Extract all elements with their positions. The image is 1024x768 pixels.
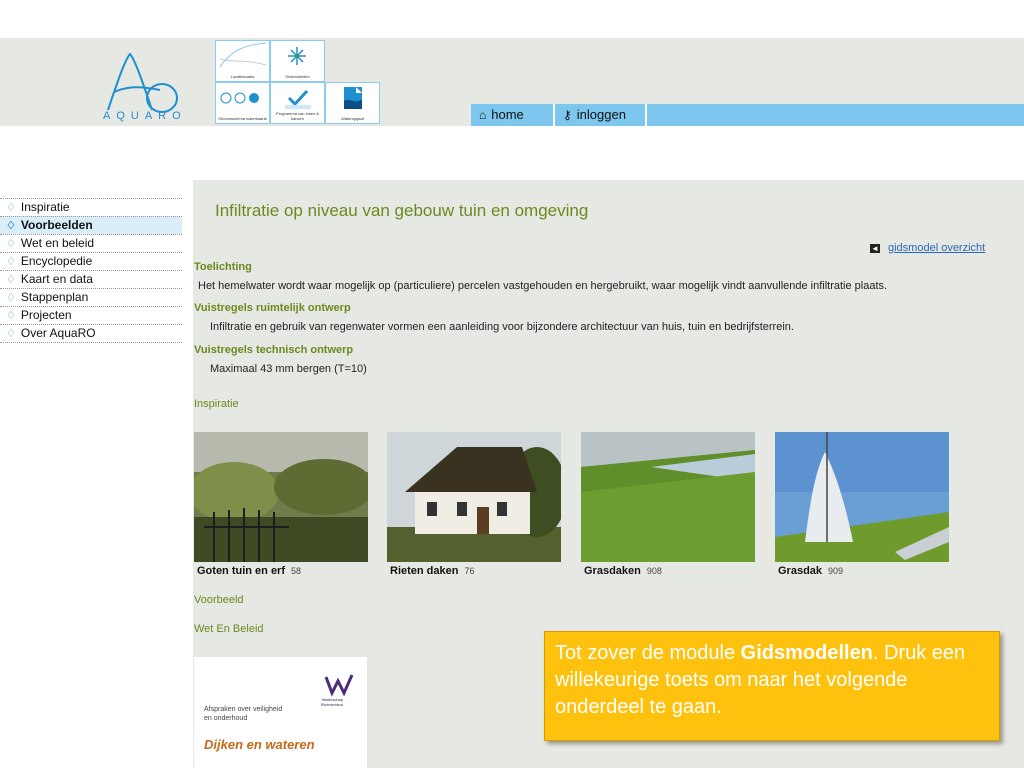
sidebar-item-kaart-en-data[interactable]: ♢ Kaart en data — [0, 270, 182, 288]
card-caption[interactable]: Grasdaken 908 — [584, 565, 662, 577]
section-text: Maximaal 43 mm bergen (T=10) — [210, 363, 367, 375]
card-count: 76 — [464, 566, 475, 576]
sidebar-item-over-aquaro[interactable]: ♢ Over AquaRO — [0, 324, 182, 343]
card-count: 58 — [291, 566, 302, 576]
tile-label: Wateropgaaf — [341, 116, 364, 121]
home-icon: ⌂ — [479, 108, 487, 122]
tile-programma[interactable]: Programma van eisen & kansen — [270, 82, 325, 124]
water-drop-icon: ♢ — [6, 238, 16, 250]
steps-icon — [220, 92, 259, 104]
sidebar-item-label: Encyclopedie — [20, 254, 93, 268]
card-count: 908 — [646, 566, 662, 576]
key-icon: ⚷ — [563, 108, 572, 122]
tile-label: Stroomschema waterkaarts — [218, 116, 267, 121]
nav-login[interactable]: ⚷ inloggen — [555, 104, 647, 126]
sidebar-item-label: Inspiratie — [20, 200, 70, 214]
sidebar-item-stappenplan[interactable]: ♢ Stappenplan — [0, 288, 182, 306]
voorbeeld-label[interactable]: Voorbeeld — [194, 594, 244, 606]
section-heading: Vuistregels technisch ontwerp — [194, 344, 354, 356]
thatched-roof-photo-image — [387, 432, 561, 562]
section-heading: Toelichting — [194, 261, 252, 273]
water-document-icon — [344, 87, 362, 109]
leaflet-thumbnail[interactable]: Waterschap Rivierenland Afspraken over v… — [194, 657, 367, 768]
sidebar-item-label: Voorbeelden — [20, 218, 93, 232]
tutorial-callout: Tot zover de module Gidsmodellen. Druk e… — [544, 631, 1000, 741]
card-title: Grasdaken — [584, 565, 641, 577]
leaflet-org: Waterschap Rivierenland — [320, 697, 343, 707]
compass-star-icon — [288, 47, 306, 65]
sidebar-item-encyclopedie[interactable]: ♢ Encyclopedie — [0, 252, 182, 270]
leaflet-subtitle: Afspraken over veiligheid en onderhoud — [204, 706, 283, 722]
photo-goten-tuin[interactable] — [194, 432, 368, 562]
water-drop-icon: ♢ — [6, 220, 16, 232]
card-count: 909 — [828, 566, 844, 576]
tile-locatiekaarts[interactable]: Locatiekaarts — [215, 40, 270, 82]
sidebar: ♢ Inspiratie ♢ Voorbeelden ♢ Wet en beleid … — [0, 198, 182, 343]
card-title: Goten tuin en erf — [197, 565, 285, 577]
overview-link[interactable]: ◄ gidsmodel overzicht — [870, 242, 985, 254]
overview-link-label: gidsmodel overzicht — [888, 242, 986, 254]
callout-module-name: Gidsmodellen — [740, 642, 873, 664]
page-title: Infiltratie op niveau van gebouw tuin en… — [215, 201, 589, 220]
water-drop-icon: ♢ — [6, 310, 16, 322]
card-title: Rieten daken — [390, 565, 459, 577]
card-caption[interactable]: Rieten daken 76 — [390, 565, 474, 577]
green-roof-photo-image — [581, 432, 755, 562]
tile-label: Gidsmodellen — [285, 74, 310, 79]
section-text: Infiltratie en gebruik van regenwater vo… — [210, 321, 794, 333]
logo-wordmark: AQUARO — [103, 110, 187, 122]
photo-grasdak[interactable] — [775, 432, 949, 562]
section-heading: Vuistregels ruimtelijk ontwerp — [194, 302, 351, 314]
nav-home-label: home — [491, 107, 524, 122]
library-roof-photo-image — [775, 432, 949, 562]
sidebar-item-label: Stappenplan — [20, 290, 89, 304]
sidebar-item-inspiratie[interactable]: ♢ Inspiratie — [0, 198, 182, 216]
tile-wateropgaaf[interactable]: Wateropgaaf — [325, 82, 380, 124]
card-caption[interactable]: Grasdak 909 — [778, 565, 843, 577]
tile-label: Programma van eisen & kansen — [276, 111, 319, 121]
card-caption[interactable]: Goten tuin en erf 58 — [197, 565, 301, 577]
sidebar-item-label: Wet en beleid — [20, 236, 95, 250]
sidebar-item-label: Projecten — [20, 308, 72, 322]
photo-rieten-daken[interactable] — [387, 432, 561, 562]
section-text: Het hemelwater wordt waar mogelijk op (p… — [198, 280, 888, 292]
water-drop-icon: ♢ — [6, 292, 16, 304]
leaflet-title: Dijken en wateren — [204, 737, 315, 752]
water-drop-icon: ♢ — [6, 328, 16, 340]
nav-login-label: inloggen — [576, 107, 626, 122]
sidebar-item-voorbeelden[interactable]: ♢ Voorbeelden — [0, 216, 182, 234]
map-sketch-icon — [219, 42, 267, 68]
water-drop-icon: ♢ — [6, 256, 16, 268]
inspiratie-label[interactable]: Inspiratie — [194, 398, 239, 410]
back-arrow-icon: ◄ — [870, 243, 880, 253]
waterschap-logo-icon — [324, 674, 354, 697]
checkmark-icon — [285, 89, 311, 109]
card-title: Grasdak — [778, 565, 823, 577]
sidebar-item-wet-en-beleid[interactable]: ♢ Wet en beleid — [0, 234, 182, 252]
water-drop-icon: ♢ — [6, 202, 16, 214]
sidebar-item-projecten[interactable]: ♢ Projecten — [0, 306, 182, 324]
nav-home[interactable]: ⌂ home — [471, 104, 555, 126]
water-drop-icon: ♢ — [6, 274, 16, 286]
tile-stroomschema[interactable]: Stroomschema waterkaarts — [215, 82, 270, 124]
wet-en-beleid-label[interactable]: Wet En Beleid — [194, 623, 264, 635]
photo-grasdaken[interactable] — [581, 432, 755, 562]
tile-label: Locatiekaarts — [230, 74, 255, 79]
sidebar-item-label: Over AquaRO — [20, 326, 96, 340]
garden-photo-image — [194, 432, 368, 562]
sidebar-item-label: Kaart en data — [20, 272, 93, 286]
callout-prefix: Tot zover de module — [555, 642, 741, 664]
tile-gidsmodellen[interactable]: Gidsmodellen — [270, 40, 325, 82]
